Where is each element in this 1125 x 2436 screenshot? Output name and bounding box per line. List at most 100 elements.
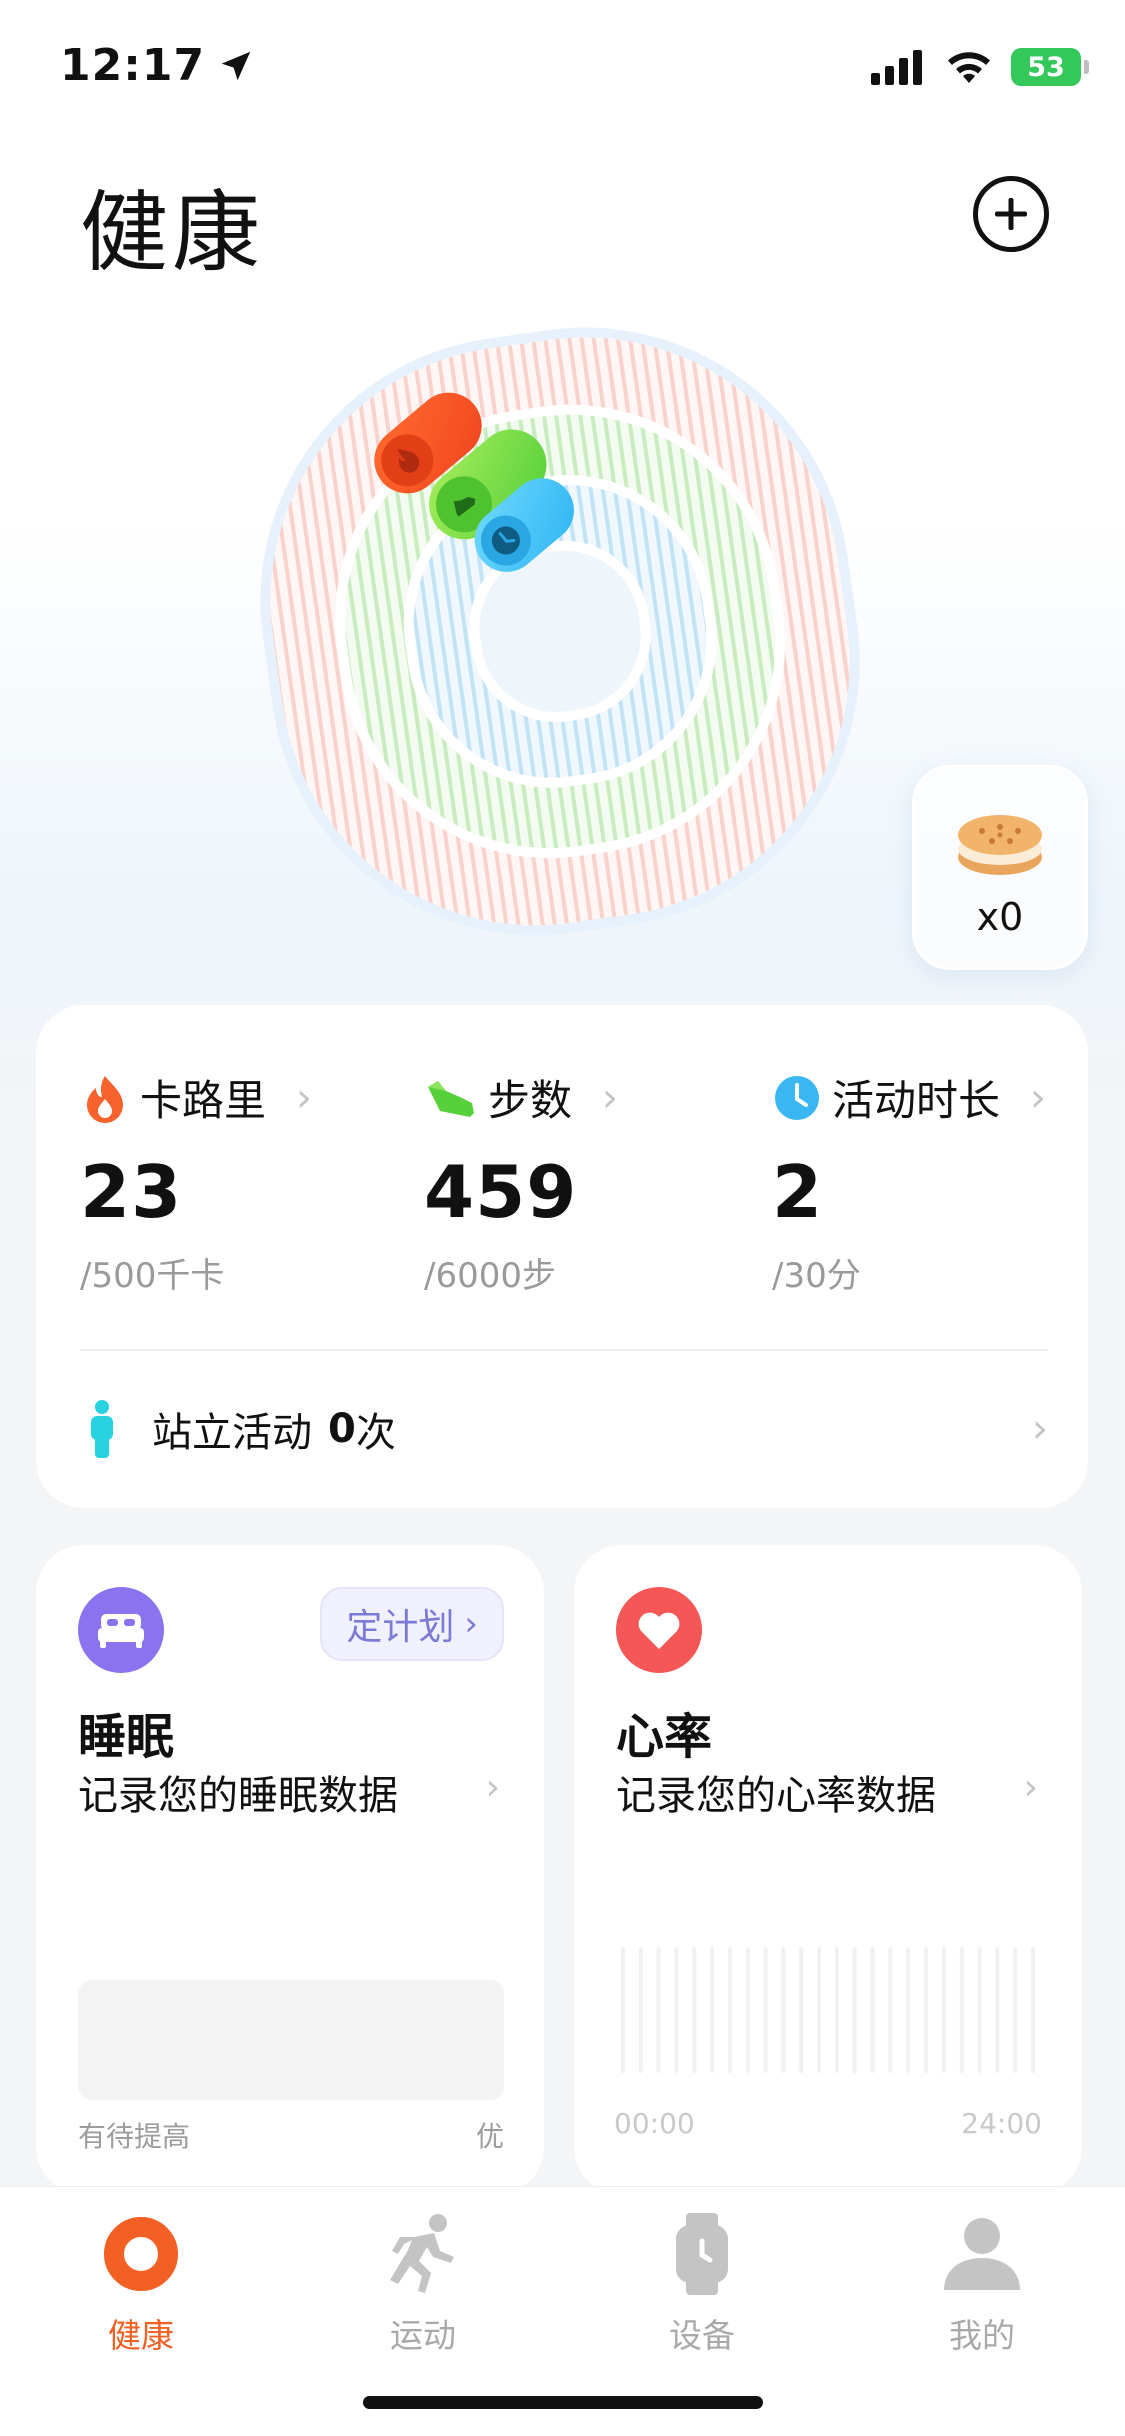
status-icons: 53 bbox=[871, 48, 1089, 86]
steps-goal: /6000步 bbox=[424, 1256, 556, 1296]
stand-label: 站立活动 bbox=[152, 1410, 312, 1456]
standing-person-icon bbox=[91, 1400, 113, 1458]
calorie-metric[interactable]: 卡路里 › 23 /500千卡 bbox=[80, 1067, 420, 1297]
cookie-reward-card[interactable]: x0 bbox=[912, 765, 1088, 970]
heart-rate-placeholder-bar bbox=[763, 1947, 768, 2073]
clock-icon bbox=[775, 1075, 819, 1120]
stand-count: 0 bbox=[328, 1406, 356, 1452]
heart-rate-placeholder-bar bbox=[1013, 1947, 1018, 2073]
add-button[interactable] bbox=[973, 176, 1049, 252]
location-arrow-icon bbox=[221, 51, 251, 80]
heart-rate-placeholder-bar bbox=[710, 1947, 715, 2073]
sleep-scale-low: 有待提高 bbox=[78, 2120, 191, 2153]
sleep-quality-bar bbox=[78, 1980, 504, 2100]
tab-health[interactable]: 健康 bbox=[41, 2209, 241, 2357]
plan-button-label: 定计划 bbox=[346, 1607, 455, 1648]
heart-rate-placeholder-bar bbox=[799, 1947, 804, 2073]
status-time-text: 12:17 bbox=[60, 40, 206, 91]
duration-goal: /30分 bbox=[772, 1256, 861, 1296]
heart-rate-placeholder-bar bbox=[692, 1947, 697, 2073]
heart-rate-placeholder-bars bbox=[620, 1947, 1036, 2073]
chevron-right-icon: › bbox=[602, 1074, 619, 1121]
status-time: 12:17 bbox=[60, 40, 255, 91]
sleep-scale-high: 优 bbox=[475, 2120, 504, 2153]
steps-label: 步数 bbox=[488, 1076, 573, 1125]
cookie-count: x0 bbox=[976, 895, 1024, 939]
watch-icon bbox=[657, 2209, 747, 2299]
steps-value: 459 bbox=[424, 1150, 578, 1234]
wifi-icon bbox=[948, 52, 990, 83]
heart-rate-placeholder-bar bbox=[995, 1947, 1000, 2073]
heart-rate-placeholder-bar bbox=[781, 1947, 786, 2073]
health-screen: 12:17 53 健康 x0 卡路里 › 23 /500千卡 步数 › 459 … bbox=[0, 0, 1125, 2436]
heart-rate-placeholder-bar bbox=[959, 1947, 964, 2073]
heart-rate-placeholder-bar bbox=[941, 1947, 946, 2073]
tab-mine-label: 我的 bbox=[949, 2316, 1015, 2355]
duration-metric-header: 活动时长 › bbox=[772, 1067, 1112, 1128]
flame-icon bbox=[87, 1075, 123, 1123]
divider bbox=[80, 1349, 1048, 1351]
heart-icon bbox=[616, 1587, 702, 1673]
battery-indicator: 53 bbox=[1011, 48, 1089, 86]
heart-time-start: 00:00 bbox=[614, 2107, 695, 2140]
heart-title: 心率 bbox=[616, 1709, 713, 1765]
chevron-right-icon: › bbox=[464, 1604, 478, 1644]
calorie-goal: /500千卡 bbox=[80, 1256, 225, 1296]
status-bar: 12:17 53 bbox=[0, 0, 1125, 140]
tab-device-label: 设备 bbox=[669, 2316, 735, 2355]
heart-rate-placeholder-bar bbox=[906, 1947, 911, 2073]
steps-metric[interactable]: 步数 › 459 /6000步 bbox=[424, 1067, 764, 1297]
heart-rate-placeholder-bar bbox=[745, 1947, 750, 2073]
home-indicator bbox=[363, 2396, 763, 2409]
activity-rings[interactable] bbox=[260, 320, 880, 940]
tab-device[interactable]: 设备 bbox=[602, 2209, 802, 2357]
heart-rate-placeholder-bar bbox=[638, 1947, 643, 2073]
heart-rate-placeholder-bar bbox=[1031, 1947, 1036, 2073]
ring-icon bbox=[96, 2209, 186, 2299]
heart-rate-placeholder-bar bbox=[656, 1947, 661, 2073]
calorie-label: 卡路里 bbox=[140, 1076, 267, 1125]
heart-rate-placeholder-bar bbox=[888, 1947, 893, 2073]
steps-metric-header: 步数 › bbox=[424, 1067, 764, 1128]
heart-description: 记录您的心率数据 bbox=[616, 1773, 936, 1819]
chevron-right-icon: › bbox=[296, 1074, 313, 1121]
plus-icon bbox=[995, 198, 1027, 230]
chevron-right-icon: › bbox=[1030, 1074, 1047, 1121]
duration-metric[interactable]: 活动时长 › 2 /30分 bbox=[772, 1067, 1112, 1297]
heart-time-end: 24:00 bbox=[961, 2107, 1042, 2140]
sleep-card[interactable]: 定计划 › 睡眠 记录您的睡眠数据 › 有待提高 优 bbox=[36, 1545, 544, 2195]
tab-mine[interactable]: 我的 bbox=[882, 2209, 1082, 2357]
tab-exercise[interactable]: 运动 bbox=[323, 2209, 523, 2357]
calorie-metric-header: 卡路里 › bbox=[80, 1067, 420, 1128]
chevron-right-icon: › bbox=[1032, 1406, 1048, 1452]
stand-activity-row[interactable]: 站立活动 0 次 › bbox=[88, 1393, 1048, 1465]
tab-health-label: 健康 bbox=[108, 2316, 174, 2355]
duration-value: 2 bbox=[772, 1150, 824, 1234]
heart-rate-placeholder-bar bbox=[817, 1947, 822, 2073]
heart-rate-placeholder-bar bbox=[852, 1947, 857, 2073]
heart-rate-card[interactable]: 心率 记录您的心率数据 › 00:00 24:00 bbox=[574, 1545, 1082, 2195]
signal-icon bbox=[871, 50, 922, 85]
plan-button[interactable]: 定计划 › bbox=[320, 1587, 504, 1661]
cookie-icon bbox=[958, 815, 1042, 875]
runner-icon bbox=[378, 2209, 468, 2299]
sleep-title: 睡眠 bbox=[78, 1709, 175, 1765]
heart-rate-placeholder-bar bbox=[977, 1947, 982, 2073]
bed-icon bbox=[78, 1587, 164, 1673]
calorie-value: 23 bbox=[80, 1150, 183, 1234]
heart-rate-placeholder-bar bbox=[924, 1947, 929, 2073]
chevron-right-icon: › bbox=[1023, 1767, 1038, 1808]
heart-rate-placeholder-bar bbox=[727, 1947, 732, 2073]
stand-unit: 次 bbox=[355, 1410, 396, 1456]
chevron-right-icon: › bbox=[485, 1767, 500, 1808]
activity-summary-card: 卡路里 › 23 /500千卡 步数 › 459 /6000步 活动时长 › 2… bbox=[36, 1005, 1088, 1508]
heart-rate-placeholder-bar bbox=[620, 1947, 625, 2073]
sleep-description: 记录您的睡眠数据 bbox=[78, 1773, 398, 1819]
tab-exercise-label: 运动 bbox=[390, 2316, 456, 2355]
battery-level: 53 bbox=[1027, 51, 1065, 83]
ring-track-group bbox=[260, 327, 860, 936]
heart-rate-placeholder-bar bbox=[834, 1947, 839, 2073]
shoe-icon bbox=[428, 1080, 474, 1117]
heart-rate-placeholder-bar bbox=[674, 1947, 679, 2073]
duration-label: 活动时长 bbox=[832, 1076, 1001, 1125]
